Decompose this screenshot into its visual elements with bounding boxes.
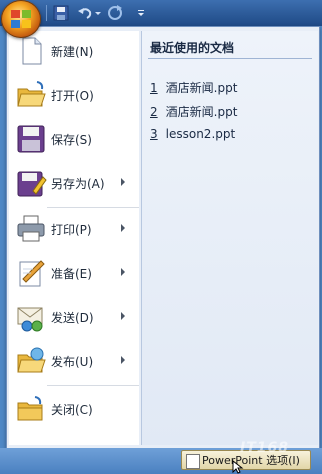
redo-icon[interactable]: [106, 4, 124, 22]
recent-file-item[interactable]: 1 酒店新闻.ppt: [150, 79, 237, 96]
recent-file-item[interactable]: 3 lesson2.ppt: [150, 127, 235, 141]
mouse-cursor-icon: [232, 460, 244, 474]
submenu-arrow-icon: [121, 356, 125, 364]
toolbar-separator: [46, 5, 47, 21]
recent-file-number: 1: [150, 81, 158, 95]
recent-file-name: 酒店新闻.ppt: [165, 105, 238, 119]
save-icon[interactable]: [52, 4, 70, 22]
menu-item-label: 准备(E): [51, 267, 92, 281]
office-button[interactable]: [1, 0, 41, 38]
quick-access-toolbar: [0, 0, 322, 26]
office-logo-icon: [11, 10, 31, 28]
menu-item-save[interactable]: 保存(S): [9, 119, 139, 159]
submenu-arrow-icon: [121, 312, 125, 320]
prepare-icon: [19, 260, 45, 287]
menu-item-send[interactable]: 发送(D): [9, 297, 139, 337]
recent-documents-title: 最近使用的文档: [150, 41, 235, 55]
undo-dropdown-icon[interactable]: [94, 4, 102, 22]
recent-file-number: 2: [150, 105, 158, 119]
undo-icon[interactable]: [76, 4, 94, 22]
customize-toolbar-icon[interactable]: [136, 4, 146, 22]
save-as-icon: [17, 171, 47, 197]
menu-item-new[interactable]: 新建(N): [9, 31, 139, 71]
menu-item-print[interactable]: 打印(P): [9, 209, 139, 249]
menu-item-open[interactable]: 打开(O): [9, 75, 139, 115]
menu-item-label: 新建(N): [51, 45, 94, 59]
save-disk-icon: [17, 125, 45, 153]
close-folder-icon: [17, 396, 43, 421]
recent-divider: [148, 58, 312, 59]
menu-item-publish[interactable]: 发布(U): [9, 341, 139, 381]
menu-item-label: 打开(O): [51, 89, 94, 103]
menu-item-label: 保存(S): [51, 133, 92, 147]
menu-divider: [47, 385, 139, 386]
open-folder-icon: [17, 81, 46, 107]
options-icon: [186, 454, 200, 469]
menu-item-close[interactable]: 关闭(C): [9, 389, 139, 429]
new-doc-icon: [22, 37, 42, 65]
menu-item-label: 发送(D): [51, 311, 94, 325]
watermark: IT168: [240, 440, 289, 456]
recent-file-number: 3: [150, 127, 158, 141]
submenu-arrow-icon: [121, 178, 125, 186]
office-menu: 新建(N) 打开(O) 保存(S) 另存为(A) 打印(P) 准备(E) 发送(…: [6, 26, 320, 450]
menu-item-label: 另存为(A): [51, 177, 105, 191]
submenu-arrow-icon: [121, 268, 125, 276]
menu-item-prepare[interactable]: 准备(E): [9, 253, 139, 293]
recent-file-name: lesson2.ppt: [165, 127, 236, 141]
send-icon: [17, 307, 43, 332]
menu-item-save-as[interactable]: 另存为(A): [9, 163, 139, 203]
recent-file-name: 酒店新闻.ppt: [165, 81, 238, 95]
menu-divider: [47, 207, 139, 208]
menu-commands: 新建(N) 打开(O) 保存(S) 另存为(A) 打印(P) 准备(E) 发送(…: [9, 31, 139, 445]
menu-item-label: 打印(P): [51, 223, 92, 237]
recent-documents-panel: 最近使用的文档 1 酒店新闻.ppt 2 酒店新闻.ppt 3 lesson2.ppt: [141, 31, 318, 445]
publish-icon: [17, 347, 46, 373]
menu-item-label: 发布(U): [51, 355, 94, 369]
recent-file-item[interactable]: 2 酒店新闻.ppt: [150, 103, 237, 120]
menu-item-label: 关闭(C): [51, 403, 93, 417]
submenu-arrow-icon: [121, 224, 125, 232]
printer-icon: [17, 215, 45, 242]
